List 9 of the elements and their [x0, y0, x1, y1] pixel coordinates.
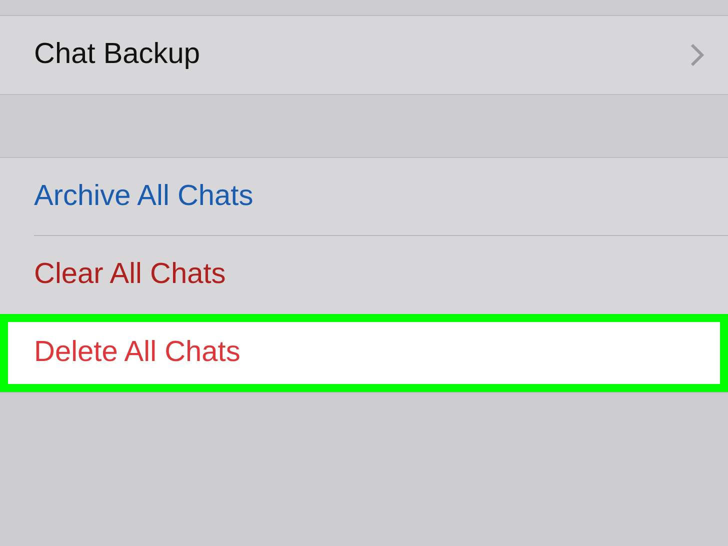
row-label: Clear All Chats — [34, 257, 226, 292]
highlighted-row[interactable]: Delete All Chats — [0, 314, 728, 392]
row-label: Archive All Chats — [34, 179, 254, 214]
row-label: Delete All Chats — [34, 335, 240, 370]
settings-row[interactable]: Clear All Chats — [0, 236, 728, 314]
row-label: Chat Backup — [34, 37, 200, 72]
chevron-icon — [690, 43, 704, 67]
settings-row[interactable]: Chat Backup — [0, 16, 728, 94]
settings-row[interactable]: Archive All Chats — [0, 158, 728, 236]
